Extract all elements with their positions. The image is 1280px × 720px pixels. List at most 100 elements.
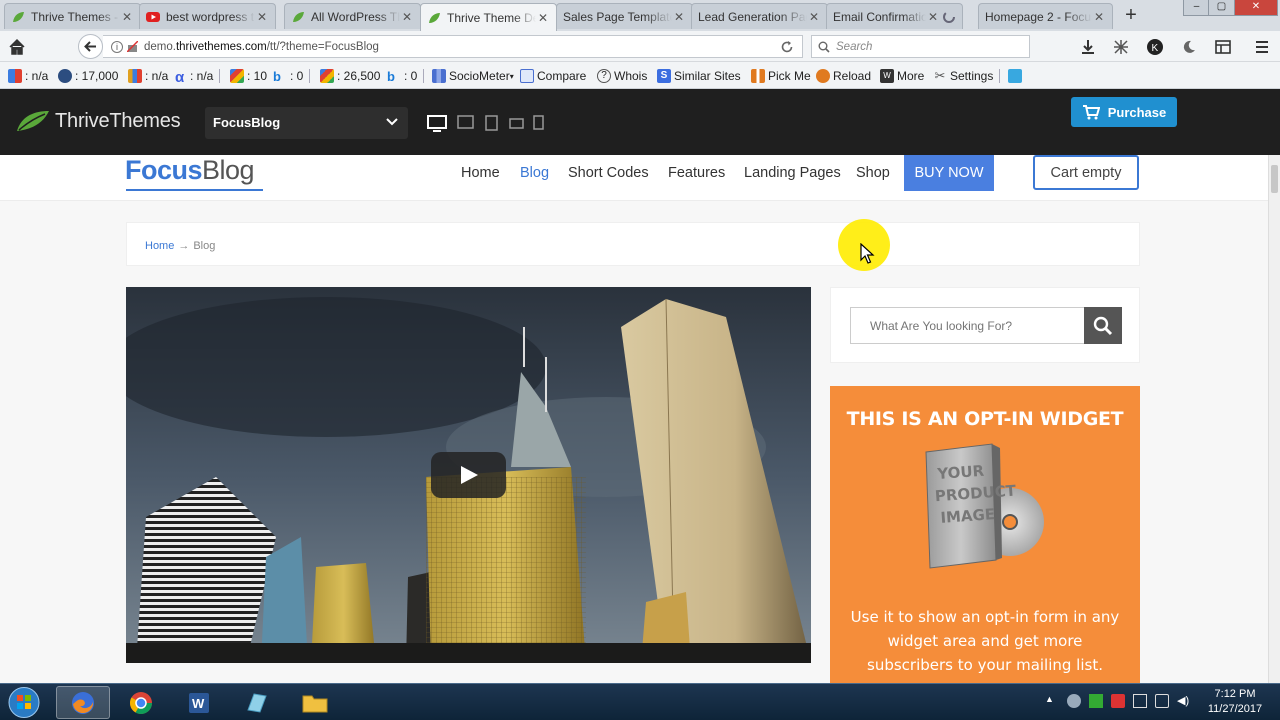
toolbar-item[interactable]: Reload <box>816 68 871 84</box>
sidebar-icon[interactable] <box>1214 38 1232 56</box>
app-taskbar-button[interactable] <box>230 686 284 719</box>
reload-icon[interactable] <box>780 40 794 54</box>
close-icon[interactable]: ✕ <box>1092 10 1106 24</box>
page-scrollbar[interactable] <box>1268 155 1280 683</box>
similar-sites-icon: S <box>657 69 671 83</box>
toolbar-item[interactable]: b : 0 <box>387 68 425 84</box>
scroll-thumb[interactable] <box>1271 165 1278 193</box>
toolbar-item[interactable]: : n/a <box>8 68 48 84</box>
site-search-input[interactable] <box>850 307 1086 344</box>
menu-item-landing-pages[interactable]: Landing Pages <box>744 165 841 181</box>
toolbar-item[interactable] <box>1008 68 1025 84</box>
minimize-button[interactable]: – <box>1183 0 1210 16</box>
windows-start-icon[interactable] <box>6 686 42 719</box>
buy-now-button[interactable]: BUY NOW <box>904 155 994 191</box>
toolbar-item[interactable]: : 17,000 <box>58 68 118 84</box>
toolbar-item[interactable]: Pick Me <box>751 68 811 84</box>
tab-homepage-2[interactable]: Homepage 2 - Focus ✕ <box>978 3 1113 29</box>
profile-icon[interactable]: K <box>1146 38 1164 56</box>
play-button[interactable] <box>431 452 506 498</box>
theme-select-value: FocusBlog <box>213 115 281 130</box>
cart-button[interactable]: Cart empty <box>1033 155 1139 190</box>
toolbar-item[interactable]: : n/a <box>128 68 168 84</box>
toolbar-item[interactable]: SocioMeter ▾ <box>432 68 514 84</box>
maximize-button[interactable]: ▢ <box>1208 0 1235 16</box>
mobile-landscape-icon[interactable] <box>509 118 524 129</box>
toolbar-item[interactable]: ? Whois <box>597 68 647 84</box>
close-icon[interactable]: ✕ <box>926 10 940 24</box>
close-icon[interactable]: ✕ <box>807 10 821 24</box>
moon-icon[interactable] <box>1180 38 1198 56</box>
tab-thrive-themes[interactable]: Thrive Themes - ✕ <box>4 3 141 29</box>
toolbar-item-label: : 0 <box>404 69 418 83</box>
toolbar-item[interactable]: : 10 <box>230 68 267 84</box>
tab-best-wordpress[interactable]: best wordpress t ✕ <box>139 3 276 29</box>
toolbar-item[interactable]: Compare <box>520 68 586 84</box>
url-bar[interactable]: i demo. thrivethemes.com/tt/?theme=FocusB… <box>103 35 803 58</box>
tab-lead-generation[interactable]: Lead Generation Pag ✕ <box>691 3 828 29</box>
tray-sync-icon[interactable] <box>1089 694 1103 708</box>
menu-item-home[interactable]: Home <box>461 165 500 181</box>
mobile-portrait-icon[interactable] <box>533 115 544 130</box>
site-search-button[interactable] <box>1084 307 1122 344</box>
close-icon[interactable]: ✕ <box>536 11 550 25</box>
toolbar-item[interactable]: b: 0 <box>273 68 311 84</box>
sociometer-icon <box>432 69 446 83</box>
tab-all-wordpress[interactable]: All WordPress Th ✕ <box>284 3 421 29</box>
tab-label: Thrive Themes - <box>31 9 119 24</box>
close-icon[interactable]: ✕ <box>672 10 686 24</box>
close-icon[interactable]: ✕ <box>255 10 269 24</box>
taskbar-clock[interactable]: 7:12 PM 11/27/2017 <box>1200 687 1270 717</box>
toolbar-item[interactable]: : 26,500 <box>320 68 380 84</box>
spinner-icon <box>943 10 955 23</box>
twitter-icon <box>1008 69 1022 83</box>
new-tab-button[interactable]: + <box>1120 5 1142 27</box>
tab-sales-page-template[interactable]: Sales Page Template ✕ <box>556 3 693 29</box>
info-icon[interactable]: i <box>111 40 123 53</box>
volume-icon[interactable]: ◀) <box>1177 694 1191 708</box>
toolbar-item[interactable]: S Similar Sites <box>657 68 741 84</box>
search-bar[interactable]: Search <box>811 35 1030 58</box>
toolbar-item[interactable]: W More <box>880 68 924 84</box>
window-close-button[interactable]: ✕ <box>1234 0 1278 16</box>
tablet-portrait-icon[interactable] <box>485 115 498 131</box>
tray-expand-icon[interactable]: ▲ <box>1045 694 1059 708</box>
tray-display-icon[interactable] <box>1133 694 1147 708</box>
close-icon[interactable]: ✕ <box>400 10 414 24</box>
theme-select[interactable]: FocusBlog <box>205 107 408 139</box>
whois-icon: ? <box>597 69 611 83</box>
back-button[interactable] <box>78 34 103 59</box>
menu-item-short-codes[interactable]: Short Codes <box>568 165 649 181</box>
home-icon[interactable] <box>7 37 27 57</box>
menu-icon[interactable] <box>1253 38 1271 56</box>
network-icon[interactable] <box>1155 694 1169 708</box>
tray-flag-icon[interactable] <box>1111 694 1125 708</box>
toolbar-item[interactable]: α: n/a <box>175 68 221 86</box>
navigation-bar: i demo. thrivethemes.com/tt/?theme=FocusB… <box>0 31 1280 62</box>
url-prefix: demo. <box>144 40 176 53</box>
menu-item-shop[interactable]: Shop <box>856 165 890 181</box>
clock-date: 11/27/2017 <box>1207 703 1263 715</box>
word-taskbar-button[interactable]: W <box>172 686 226 719</box>
download-icon[interactable] <box>1079 38 1097 56</box>
tablet-landscape-icon[interactable] <box>457 115 474 129</box>
site-logo[interactable]: FocusBlog <box>125 155 263 191</box>
toolbar-item[interactable]: ✂ Settings <box>933 68 1001 84</box>
desktop-view-icon[interactable] <box>427 115 447 133</box>
explorer-taskbar-button[interactable] <box>288 686 342 719</box>
breadcrumb-home[interactable]: Home <box>145 240 174 252</box>
bing-icon: b <box>387 69 395 84</box>
chrome-taskbar-button[interactable] <box>114 686 168 719</box>
thrive-logo[interactable]: ThriveThemes <box>15 109 181 133</box>
tray-app-icon[interactable] <box>1067 694 1081 708</box>
menu-item-blog[interactable]: Blog <box>520 165 549 181</box>
purchase-button[interactable]: Purchase <box>1071 97 1177 127</box>
close-icon[interactable]: ✕ <box>120 10 134 24</box>
settings-icon: ✂ <box>934 68 946 83</box>
extension-icon[interactable] <box>1112 38 1130 56</box>
firefox-taskbar-button[interactable] <box>56 686 110 719</box>
featured-video[interactable] <box>126 287 811 663</box>
tab-thrive-theme-demo[interactable]: Thrive Theme De ✕ <box>420 3 557 31</box>
menu-item-features[interactable]: Features <box>668 165 725 181</box>
tab-email-confirmation[interactable]: Email Confirmation ✕ <box>826 3 963 29</box>
